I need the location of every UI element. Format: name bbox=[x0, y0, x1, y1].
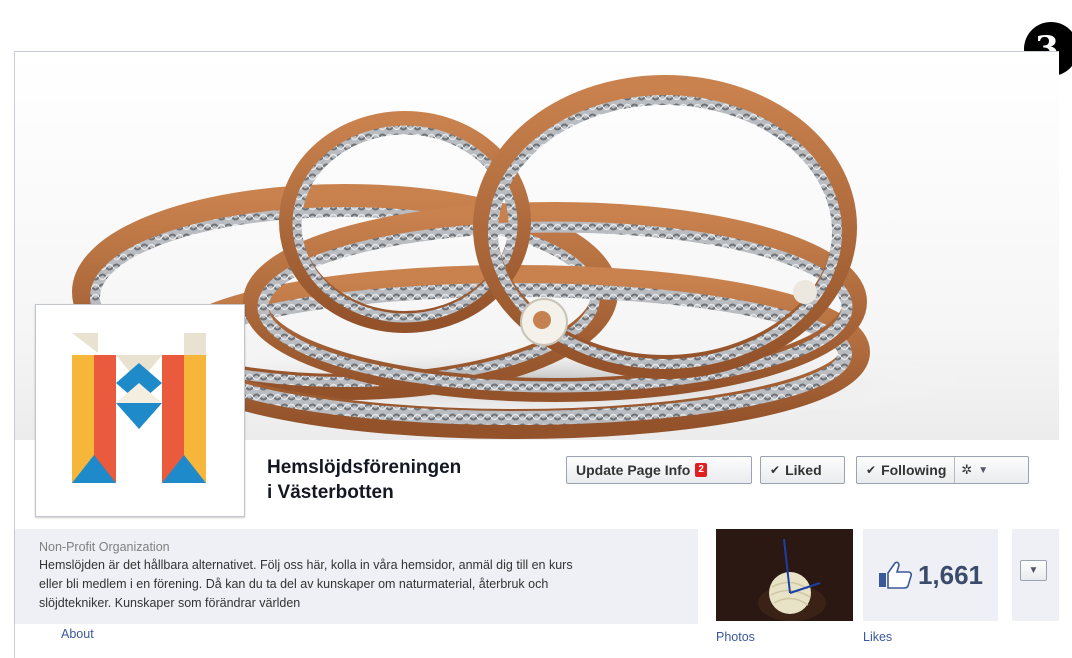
description-line: slöjdtekniker. Kunskaper som förändrar v… bbox=[39, 596, 301, 610]
page-title-line1: Hemslöjdsföreningen bbox=[267, 457, 462, 478]
liked-label: Liked bbox=[785, 462, 822, 478]
check-icon: ✔ bbox=[770, 463, 781, 477]
thumbs-up-icon bbox=[878, 561, 912, 589]
description-line: Hemslöjden är det hållbara alternativet.… bbox=[39, 558, 573, 572]
yarn-ball-image bbox=[716, 529, 853, 621]
photos-thumbnail[interactable] bbox=[716, 529, 853, 621]
following-button[interactable]: ✔ Following ✲ ▼ bbox=[856, 456, 1029, 484]
more-apps-button[interactable]: ▼ bbox=[1020, 560, 1047, 581]
liked-button[interactable]: ✔ Liked bbox=[760, 456, 845, 484]
update-page-info-button[interactable]: Update Page Info 2 bbox=[566, 456, 752, 484]
notification-badge: 2 bbox=[695, 463, 707, 477]
page-category: Non-Profit Organization bbox=[39, 540, 170, 554]
profile-picture[interactable] bbox=[35, 304, 245, 517]
check-icon: ✔ bbox=[866, 463, 877, 477]
page-title-line2: i Västerbotten bbox=[267, 482, 394, 503]
page-frame: Hemslöjdsföreningen i Västerbotten Updat… bbox=[14, 51, 1059, 658]
update-page-info-label: Update Page Info bbox=[576, 462, 691, 478]
chevron-down-icon[interactable]: ▼ bbox=[978, 465, 988, 476]
page-info-panel: Non-Profit Organization Hemslöjden är de… bbox=[15, 529, 698, 624]
likes-link[interactable]: Likes bbox=[863, 630, 892, 644]
logo-h-image bbox=[72, 333, 206, 483]
more-apps-box: ▼ bbox=[1012, 529, 1059, 621]
about-link[interactable]: About bbox=[61, 627, 94, 641]
button-divider bbox=[954, 457, 956, 483]
description-line: eller bli medlem i en förening. Då kan d… bbox=[39, 577, 549, 591]
page-title: Hemslöjdsföreningen i Västerbotten bbox=[267, 455, 461, 505]
chevron-down-icon: ▼ bbox=[1028, 565, 1039, 576]
gear-icon[interactable]: ✲ bbox=[961, 462, 972, 478]
following-label: Following bbox=[881, 462, 947, 478]
likes-count: 1,661 bbox=[917, 559, 984, 590]
likes-box[interactable]: 1,661 bbox=[863, 529, 998, 621]
photos-link[interactable]: Photos bbox=[716, 630, 755, 644]
